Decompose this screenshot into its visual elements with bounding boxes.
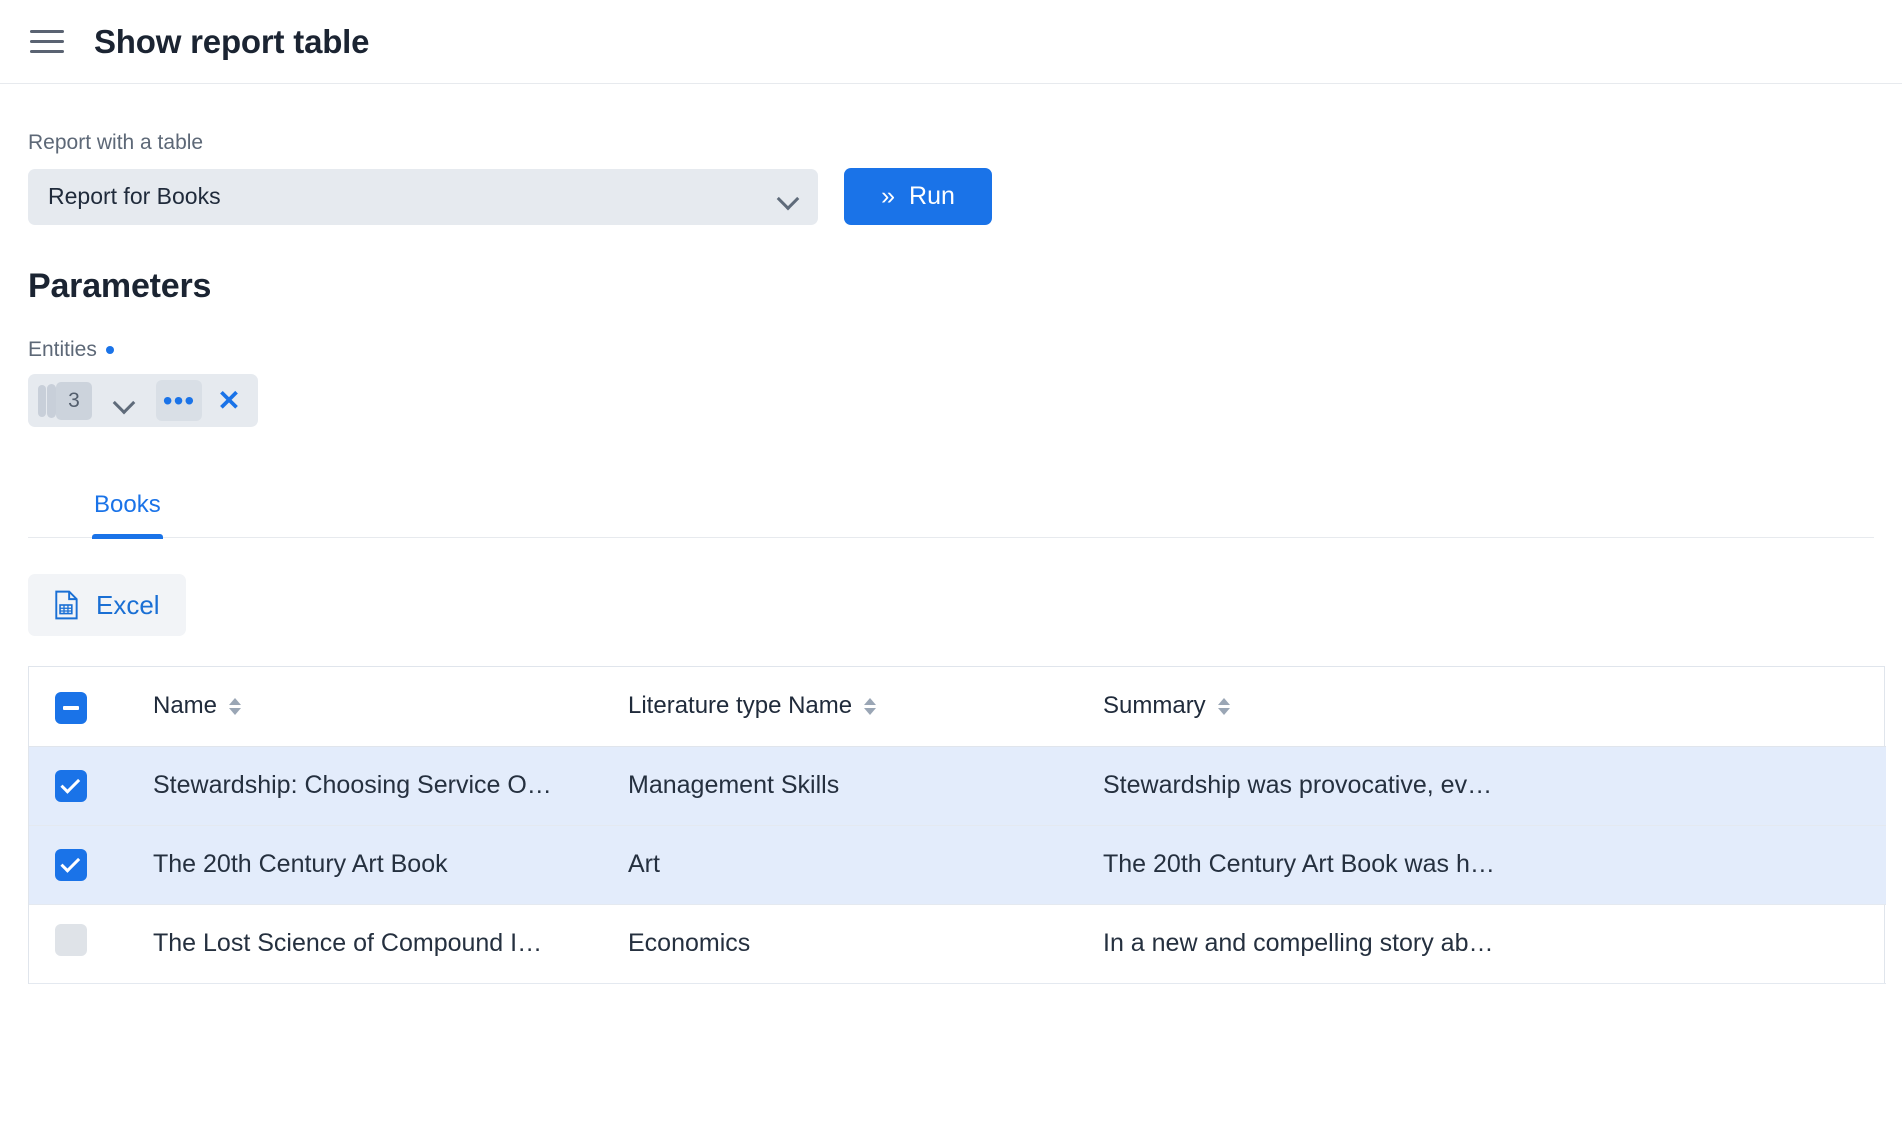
entities-parameter-widget: 3 ••• ✕: [28, 374, 258, 427]
entities-label-row: Entities: [28, 338, 1874, 362]
entities-more-button[interactable]: •••: [156, 380, 202, 421]
row-select-cell: [29, 904, 153, 983]
select-all-cell: [29, 667, 153, 746]
cell-name: The 20th Century Art Book: [153, 825, 628, 904]
cell-summary: The 20th Century Art Book was h…: [1103, 825, 1886, 904]
table-row[interactable]: The 20th Century Art Book Art The 20th C…: [29, 825, 1886, 904]
column-header-literature-type[interactable]: Literature type Name: [628, 667, 1103, 746]
row-checkbox[interactable]: [55, 924, 87, 956]
table-row[interactable]: Stewardship: Choosing Service O… Managem…: [29, 746, 1886, 825]
sort-icon[interactable]: [1218, 698, 1230, 715]
row-select-cell: [29, 746, 153, 825]
select-all-checkbox[interactable]: [55, 692, 87, 724]
parameters-heading: Parameters: [28, 267, 1874, 306]
page-title: Show report table: [94, 23, 369, 61]
cell-literature-type: Management Skills: [628, 746, 1103, 825]
ellipsis-icon: •••: [163, 395, 195, 406]
stacked-cards-icon[interactable]: 3: [38, 381, 92, 421]
required-dot-icon: [106, 346, 114, 354]
entities-chevron-down-icon[interactable]: [96, 395, 152, 407]
sort-icon[interactable]: [229, 698, 241, 715]
run-button-label: Run: [909, 182, 955, 211]
entities-clear-button[interactable]: ✕: [206, 380, 252, 421]
entities-count: 3: [56, 382, 92, 420]
column-header-name[interactable]: Name: [153, 667, 628, 746]
chevron-down-icon: [778, 191, 798, 203]
tab-books-label: Books: [94, 491, 161, 518]
cell-literature-type: Art: [628, 825, 1103, 904]
column-header-name-label: Name: [153, 692, 217, 720]
result-tabs: Books: [28, 481, 1874, 538]
main-content: Report with a table Report for Books » R…: [0, 131, 1902, 984]
run-button[interactable]: » Run: [844, 168, 992, 225]
close-x-icon: ✕: [217, 387, 240, 415]
entities-label: Entities: [28, 338, 97, 362]
tab-books[interactable]: Books: [78, 481, 177, 537]
table-row[interactable]: The Lost Science of Compound I… Economic…: [29, 904, 1886, 983]
double-chevron-right-icon: »: [881, 184, 895, 209]
excel-file-icon: [54, 590, 80, 620]
excel-export-label: Excel: [96, 590, 160, 621]
column-header-literature-type-label: Literature type Name: [628, 692, 852, 720]
table-header-row: Name Literature type Name Summary: [29, 667, 1886, 746]
row-checkbox[interactable]: [55, 770, 87, 802]
cell-summary: In a new and compelling story ab…: [1103, 904, 1886, 983]
table-body: Stewardship: Choosing Service O… Managem…: [29, 746, 1886, 983]
report-picker-label: Report with a table: [28, 131, 1874, 155]
cell-name: Stewardship: Choosing Service O…: [153, 746, 628, 825]
cell-summary: Stewardship was provocative, ev…: [1103, 746, 1886, 825]
sort-icon[interactable]: [864, 698, 876, 715]
cell-name: The Lost Science of Compound I…: [153, 904, 628, 983]
table-header: Name Literature type Name Summary: [29, 667, 1886, 746]
column-header-summary[interactable]: Summary: [1103, 667, 1886, 746]
report-table: Name Literature type Name Summary: [29, 667, 1886, 984]
column-header-summary-label: Summary: [1103, 692, 1206, 720]
app-header: Show report table: [0, 0, 1902, 84]
report-select[interactable]: Report for Books: [28, 169, 818, 225]
row-select-cell: [29, 825, 153, 904]
report-select-value: Report for Books: [48, 183, 778, 210]
report-table-container: Name Literature type Name Summary: [28, 666, 1885, 984]
excel-export-button[interactable]: Excel: [28, 574, 186, 636]
row-checkbox[interactable]: [55, 849, 87, 881]
cell-literature-type: Economics: [628, 904, 1103, 983]
hamburger-icon[interactable]: [30, 27, 64, 57]
report-picker-row: Report for Books » Run: [28, 168, 1874, 225]
